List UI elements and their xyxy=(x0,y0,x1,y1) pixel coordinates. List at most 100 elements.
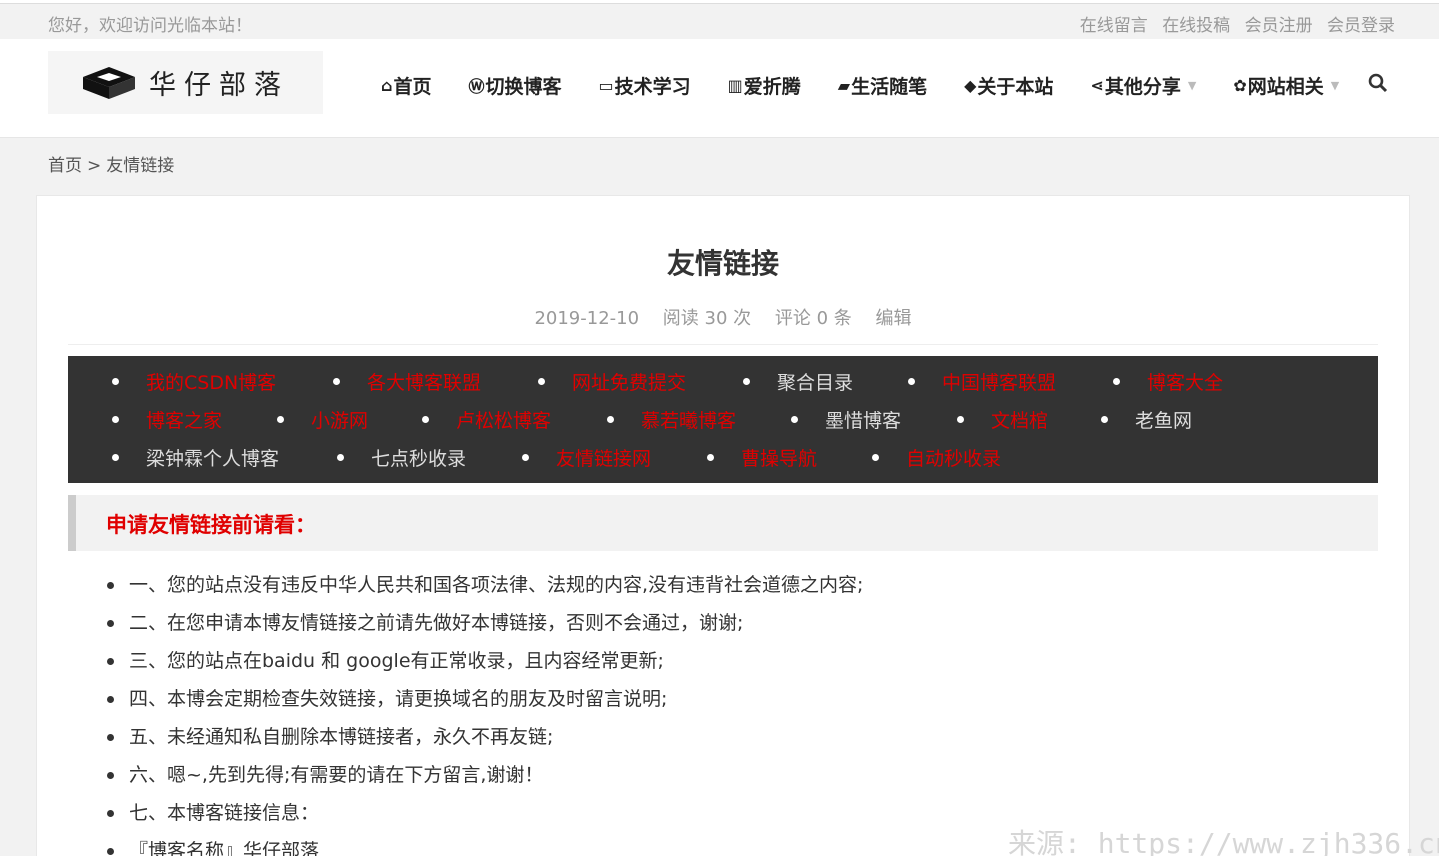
share-icon: ⋖ xyxy=(1090,75,1104,95)
friend-link-label: 我的CSDN博客 xyxy=(146,371,277,394)
friend-link-label: 中国博客联盟 xyxy=(942,371,1057,394)
friend-link-item: 曹操导航 xyxy=(707,438,817,476)
nav-item-label: 生活随笔 xyxy=(851,75,928,98)
friend-link-label: 自动秒收录 xyxy=(906,447,1002,470)
site-logo[interactable]: 华仔部落 xyxy=(48,51,323,114)
friend-link-item: 博客大全 xyxy=(1113,362,1223,400)
home-icon: ⌂ xyxy=(381,75,393,95)
friend-link-item: 慕若曦博客 xyxy=(607,400,736,438)
friend-link[interactable]: 友情链接网 xyxy=(522,444,651,471)
nav-item-2[interactable]: ▭ 技术学习 xyxy=(599,72,691,99)
friend-link[interactable]: 聚合目录 xyxy=(743,368,853,395)
view-count: 阅读 30 次 xyxy=(662,308,752,329)
friend-link-label: 墨惜博客 xyxy=(825,409,902,432)
rule-item: 五、未经通知私自删除本博链接者，永久不再友链; xyxy=(107,718,863,756)
rule-item: 二、在您申请本博友情链接之前请先做好本博链接，否则不会通过，谢谢; xyxy=(107,604,863,642)
friend-link[interactable]: 卢松松博客 xyxy=(422,406,551,433)
friend-link[interactable]: 博客之家 xyxy=(112,406,222,433)
friend-link-label: 博客之家 xyxy=(146,409,223,432)
notebook-icon: ▰ xyxy=(837,75,851,95)
friend-link[interactable]: 老鱼网 xyxy=(1101,406,1192,433)
rule-item: 六、嗯~,先到先得;有需要的请在下方留言,谢谢！ xyxy=(107,756,863,794)
friend-link-label: 梁钟霖个人博客 xyxy=(146,447,280,470)
breadcrumb: 首页 > 友情链接 xyxy=(48,151,174,176)
logo-text: 华仔部落 xyxy=(149,70,289,101)
friend-link-item: 小游网 xyxy=(277,400,368,438)
book-icon: ▥ xyxy=(727,75,743,95)
friend-link-label: 各大博客联盟 xyxy=(367,371,482,394)
friend-link-label: 慕若曦博客 xyxy=(641,409,737,432)
rule-item: 『博客名称』华仔部落 xyxy=(107,832,863,856)
nav-item-label: 其他分享 xyxy=(1104,75,1181,98)
friend-link[interactable]: 自动秒收录 xyxy=(872,444,1001,471)
friend-link-item: 老鱼网 xyxy=(1101,400,1192,438)
divider xyxy=(68,344,1378,345)
friend-link-label: 友情链接网 xyxy=(556,447,652,470)
friend-link-label: 曹操导航 xyxy=(741,447,818,470)
rule-item: 七、本博客链接信息： xyxy=(107,794,863,832)
rule-item: 四、本博会定期检查失效链接，请更换域名的朋友及时留言说明; xyxy=(107,680,863,718)
nav-item-label: 爱折腾 xyxy=(743,75,801,98)
friend-link-label: 七点秒收录 xyxy=(371,447,467,470)
breadcrumb-separator: > xyxy=(87,156,102,176)
friend-link[interactable]: 慕若曦博客 xyxy=(607,406,736,433)
link-login[interactable]: 会员登录 xyxy=(1327,16,1395,36)
link-online-message[interactable]: 在线留言 xyxy=(1080,16,1148,36)
bullet-icon xyxy=(607,415,614,423)
bullet-icon xyxy=(333,377,340,385)
bullet-icon xyxy=(112,377,119,385)
link-register[interactable]: 会员注册 xyxy=(1245,16,1313,36)
edit-link[interactable]: 编辑 xyxy=(876,308,912,329)
friend-link-label: 老鱼网 xyxy=(1135,409,1193,432)
friend-link-item: 友情链接网 xyxy=(522,438,651,476)
rules-list: 一、您的站点没有违反中华人民共和国各项法律、法规的内容,没有违背社会道德之内容;… xyxy=(107,566,863,856)
friend-link[interactable]: 网址免费提交 xyxy=(538,368,686,395)
comment-count[interactable]: 评论 0 条 xyxy=(775,308,852,329)
friend-link-label: 博客大全 xyxy=(1147,371,1224,394)
main-nav: ⌂ 首页 Ⓦ 切换博客 ▭ 技术学习 ▥ 爱折腾 ▰ 生活随笔 ◆ 关于本站 ⋖ 其他分享 ▼ ✿ 网站相关 ▼ xyxy=(381,72,1376,98)
friend-link[interactable]: 文档棺 xyxy=(957,406,1048,433)
friend-link-item: 中国博客联盟 xyxy=(908,362,1056,400)
article-meta: 2019-12-10 阅读 30 次 评论 0 条 编辑 xyxy=(37,304,1409,330)
nav-item-7[interactable]: ✿ 网站相关 ▼ xyxy=(1233,72,1339,99)
friend-link[interactable]: 梁钟霖个人博客 xyxy=(112,444,279,471)
friend-link[interactable]: 小游网 xyxy=(277,406,368,433)
nav-item-1[interactable]: Ⓦ 切换博客 xyxy=(468,72,561,99)
breadcrumb-home[interactable]: 首页 xyxy=(48,156,82,176)
link-online-submit[interactable]: 在线投稿 xyxy=(1162,16,1230,36)
logo-box-icon xyxy=(83,66,135,99)
search-icon[interactable] xyxy=(1368,73,1388,98)
nav-item-label: 关于本站 xyxy=(977,75,1054,98)
tags-icon: ◆ xyxy=(964,75,977,95)
friend-link[interactable]: 墨惜博客 xyxy=(791,406,901,433)
friend-link-item: 七点秒收录 xyxy=(337,438,466,476)
friend-link[interactable]: 博客大全 xyxy=(1113,368,1223,395)
friend-link-item: 我的CSDN博客 xyxy=(112,362,276,400)
site-header: 华仔部落 ⌂ 首页 Ⓦ 切换博客 ▭ 技术学习 ▥ 爱折腾 ▰ 生活随笔 ◆ 关于本站 ⋖ 其他分享 ▼ ✿ 网… xyxy=(0,39,1439,138)
bullet-icon xyxy=(277,415,284,423)
friend-link[interactable]: 各大博客联盟 xyxy=(333,368,481,395)
friend-link[interactable]: 七点秒收录 xyxy=(337,444,466,471)
source-watermark: 来源: https://www.zjh336.cn xyxy=(1008,827,1439,856)
nav-item-5[interactable]: ◆ 关于本站 xyxy=(964,72,1053,99)
top-bar: 您好，欢迎访问光临本站！ 在线留言 在线投稿 会员注册 会员登录 xyxy=(0,5,1439,38)
friend-link[interactable]: 曹操导航 xyxy=(707,444,817,471)
friend-link[interactable]: 中国博客联盟 xyxy=(908,368,1056,395)
chevron-down-icon: ▼ xyxy=(1330,78,1340,92)
friend-links-box: 我的CSDN博客 各大博客联盟 网址免费提交 聚合目录 中国博客联盟 博客大全博客之家 小游… xyxy=(68,356,1378,483)
nav-item-3[interactable]: ▥ 爱折腾 xyxy=(728,72,801,99)
nav-item-label: 技术学习 xyxy=(614,75,691,98)
friend-link[interactable]: 我的CSDN博客 xyxy=(112,368,276,395)
nav-item-6[interactable]: ⋖ 其他分享 ▼ xyxy=(1090,72,1196,99)
nav-item-0[interactable]: ⌂ 首页 xyxy=(381,72,431,99)
friend-link-item: 博客之家 xyxy=(112,400,222,438)
rule-item: 三、您的站点在baidu 和 google有正常收录，且内容经常更新; xyxy=(107,642,863,680)
bullet-icon xyxy=(957,415,964,423)
page-title: 友情链接 xyxy=(666,247,779,280)
nav-item-4[interactable]: ▰ 生活随笔 xyxy=(838,72,927,99)
bullet-icon xyxy=(791,415,798,423)
friend-link-label: 卢松松博客 xyxy=(456,409,552,432)
friend-link-label: 小游网 xyxy=(311,409,369,432)
bullet-icon xyxy=(707,453,714,461)
friend-link-label: 文档棺 xyxy=(991,409,1049,432)
